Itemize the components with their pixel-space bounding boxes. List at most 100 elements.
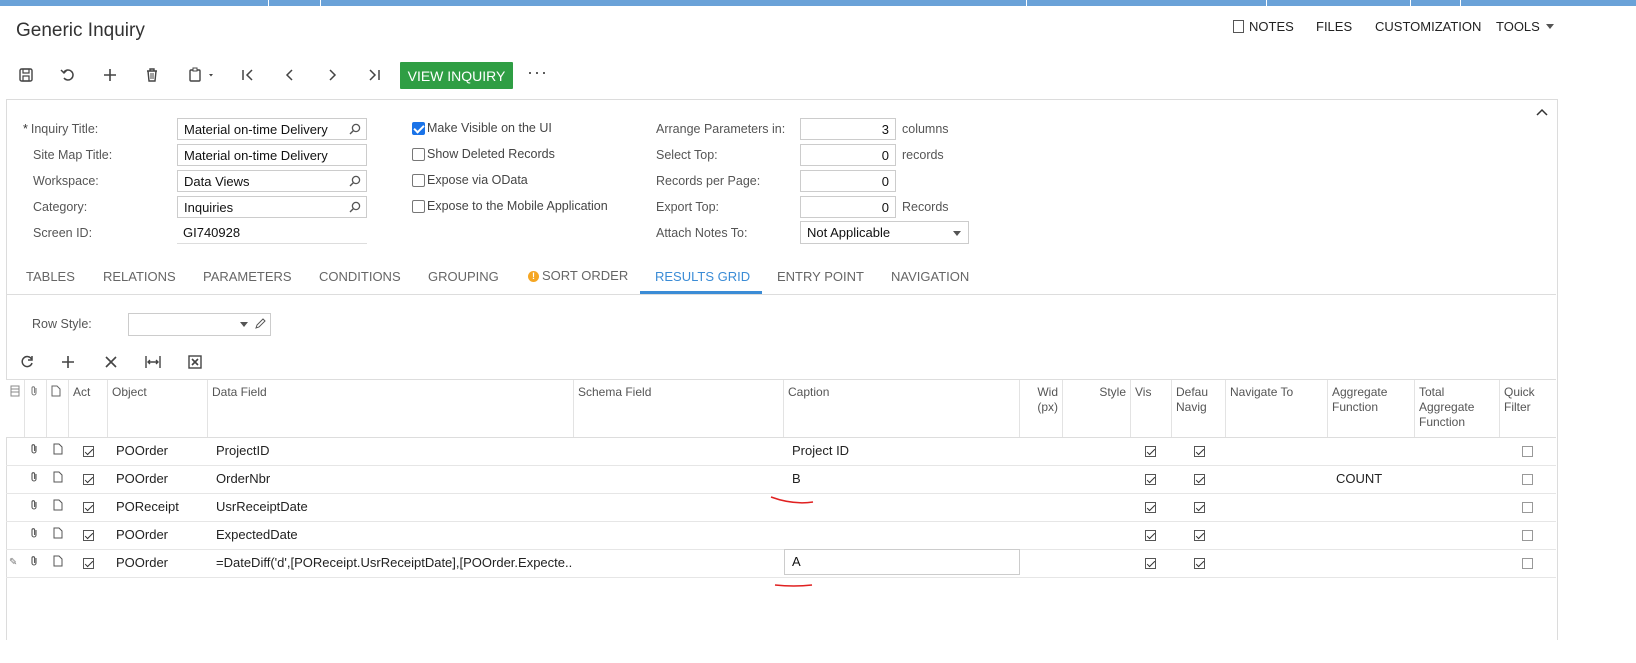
- tab-grouping[interactable]: GROUPING: [428, 269, 499, 284]
- data-field-cell[interactable]: =DateDiff('d',[POReceipt.UsrReceiptDate]…: [216, 549, 572, 577]
- table-row[interactable]: POOrder ProjectID Project ID: [6, 437, 1556, 466]
- site-map-title-field[interactable]: Material on-time Delivery: [177, 144, 367, 166]
- col-active[interactable]: Act: [69, 380, 108, 437]
- tab-tables[interactable]: TABLES: [26, 269, 75, 284]
- fit-columns-icon[interactable]: [143, 352, 163, 372]
- delete-row-icon[interactable]: [101, 352, 121, 372]
- collapse-icon[interactable]: [1536, 106, 1548, 121]
- tab-results-grid[interactable]: RESULTS GRID: [655, 269, 750, 284]
- caption-cell[interactable]: Project ID: [792, 437, 1018, 465]
- customization-menu[interactable]: CUSTOMIZATION: [1375, 19, 1481, 34]
- attachment-icon[interactable]: [29, 437, 39, 465]
- visible-checkbox[interactable]: [1145, 493, 1156, 521]
- search-icon[interactable]: [349, 175, 361, 190]
- default-nav-checkbox[interactable]: [1194, 549, 1205, 577]
- save-icon[interactable]: [15, 64, 37, 86]
- tab-entry-point[interactable]: ENTRY POINT: [777, 269, 864, 284]
- caption-cell[interactable]: [792, 521, 1018, 549]
- object-cell[interactable]: POReceipt: [116, 493, 179, 521]
- undo-icon[interactable]: [57, 64, 79, 86]
- more-actions-icon[interactable]: ···: [527, 62, 548, 83]
- quick-filter-checkbox[interactable]: [1522, 437, 1533, 465]
- col-navigate-to[interactable]: Navigate To: [1226, 380, 1328, 437]
- expose-odata-checkbox[interactable]: [412, 174, 425, 187]
- active-checkbox[interactable]: [83, 549, 94, 577]
- export-top-field[interactable]: 0: [800, 196, 896, 218]
- col-default-nav[interactable]: Defau Navig: [1172, 380, 1226, 437]
- col-visible[interactable]: Vis: [1131, 380, 1172, 437]
- refresh-icon[interactable]: [17, 352, 37, 372]
- col-schema-field[interactable]: Schema Field: [574, 380, 784, 437]
- tools-menu[interactable]: TOOLS: [1496, 19, 1554, 34]
- row-style-select[interactable]: [128, 313, 271, 336]
- tab-relations[interactable]: RELATIONS: [103, 269, 176, 284]
- quick-filter-checkbox[interactable]: [1522, 493, 1533, 521]
- make-visible-checkbox[interactable]: [412, 122, 425, 135]
- note-icon[interactable]: [53, 493, 63, 521]
- last-record-icon[interactable]: [363, 64, 385, 86]
- active-checkbox[interactable]: [83, 521, 94, 549]
- attachment-icon[interactable]: [29, 493, 39, 521]
- records-per-page-field[interactable]: 0: [800, 170, 896, 192]
- export-excel-icon[interactable]: [185, 352, 205, 372]
- attach-notes-select[interactable]: Not Applicable: [800, 221, 969, 244]
- note-icon[interactable]: [53, 549, 63, 577]
- table-row[interactable]: POOrder OrderNbr B COUNT: [6, 465, 1556, 494]
- tab-navigation[interactable]: NAVIGATION: [891, 269, 969, 284]
- col-object[interactable]: Object: [108, 380, 208, 437]
- quick-filter-checkbox[interactable]: [1522, 521, 1533, 549]
- col-style[interactable]: Style: [1063, 380, 1131, 437]
- search-icon[interactable]: [349, 201, 361, 216]
- default-nav-checkbox[interactable]: [1194, 521, 1205, 549]
- col-quick-filter[interactable]: Quick Filter: [1500, 380, 1556, 437]
- tab-sort-order[interactable]: ! SORT ORDER: [528, 268, 628, 283]
- default-nav-checkbox[interactable]: [1194, 437, 1205, 465]
- data-field-cell[interactable]: OrderNbr: [216, 465, 572, 493]
- active-checkbox[interactable]: [83, 493, 94, 521]
- caption-cell[interactable]: B: [792, 465, 1018, 493]
- default-nav-checkbox[interactable]: [1194, 493, 1205, 521]
- workspace-field[interactable]: Data Views: [177, 170, 367, 192]
- table-row[interactable]: POOrder ExpectedDate: [6, 521, 1556, 550]
- show-deleted-checkbox[interactable]: [412, 148, 425, 161]
- aggregate-cell[interactable]: COUNT: [1336, 465, 1382, 493]
- attachment-icon[interactable]: [29, 521, 39, 549]
- notes-menu[interactable]: NOTES: [1233, 19, 1294, 34]
- edit-pencil-icon[interactable]: [254, 318, 266, 333]
- previous-record-icon[interactable]: [279, 64, 301, 86]
- view-inquiry-button[interactable]: VIEW INQUIRY: [400, 62, 513, 89]
- quick-filter-checkbox[interactable]: [1522, 465, 1533, 493]
- caption-cell[interactable]: [792, 493, 1018, 521]
- tab-parameters[interactable]: PARAMETERS: [203, 269, 292, 284]
- first-record-icon[interactable]: [237, 64, 259, 86]
- expose-mobile-checkbox[interactable]: [412, 200, 425, 213]
- default-nav-checkbox[interactable]: [1194, 465, 1205, 493]
- data-field-cell[interactable]: UsrReceiptDate: [216, 493, 572, 521]
- note-icon[interactable]: [53, 521, 63, 549]
- arrange-params-field[interactable]: 3: [800, 118, 896, 140]
- attachment-icon[interactable]: [29, 549, 39, 577]
- data-field-cell[interactable]: ExpectedDate: [216, 521, 572, 549]
- col-data-field[interactable]: Data Field: [208, 380, 574, 437]
- next-record-icon[interactable]: [321, 64, 343, 86]
- visible-checkbox[interactable]: [1145, 465, 1156, 493]
- col-total-aggregate-function[interactable]: Total Aggregate Function: [1415, 380, 1500, 437]
- row-selector-header[interactable]: [6, 380, 25, 437]
- table-row[interactable]: ✎ POOrder =DateDiff('d',[POReceipt.UsrRece…: [6, 549, 1556, 578]
- inquiry-title-field[interactable]: Material on-time Delivery: [177, 118, 367, 140]
- select-top-field[interactable]: 0: [800, 144, 896, 166]
- add-row-icon[interactable]: [58, 352, 78, 372]
- tab-conditions[interactable]: CONDITIONS: [319, 269, 401, 284]
- data-field-cell[interactable]: ProjectID: [216, 437, 572, 465]
- object-cell[interactable]: POOrder: [116, 437, 168, 465]
- category-field[interactable]: Inquiries: [177, 196, 367, 218]
- visible-checkbox[interactable]: [1145, 549, 1156, 577]
- active-checkbox[interactable]: [83, 437, 94, 465]
- note-icon[interactable]: [53, 437, 63, 465]
- copy-paste-icon[interactable]: [184, 64, 220, 86]
- visible-checkbox[interactable]: [1145, 521, 1156, 549]
- object-cell[interactable]: POOrder: [116, 465, 168, 493]
- col-aggregate-function[interactable]: Aggregate Function: [1328, 380, 1415, 437]
- col-width[interactable]: Wid (px): [1020, 380, 1063, 437]
- files-menu[interactable]: FILES: [1316, 19, 1352, 34]
